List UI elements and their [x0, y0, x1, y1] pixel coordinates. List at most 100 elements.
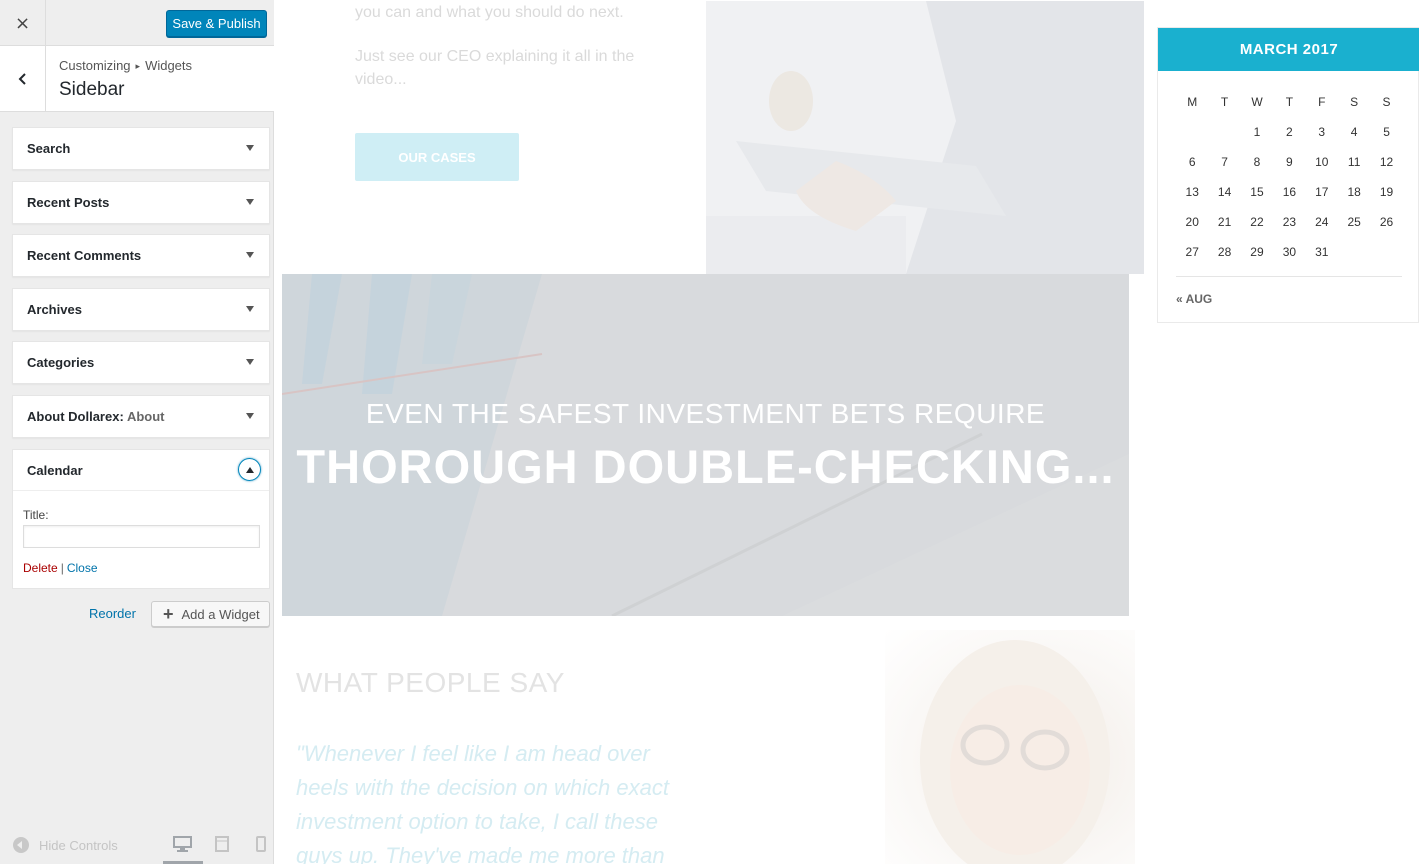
widget-title: Categories — [27, 355, 95, 370]
weekday-label: T — [1220, 95, 1229, 109]
title-field-label: Title: — [23, 508, 49, 522]
widget-calendar-header[interactable]: Calendar — [13, 450, 269, 491]
testimonials-title: WHAT PEOPLE SAY — [296, 667, 565, 698]
calendar-day: 28 — [1217, 245, 1232, 259]
caret-down-icon[interactable] — [246, 413, 254, 419]
calendar-week-row: 20 21 22 23 24 25 26 — [1176, 207, 1403, 237]
close-icon: × — [14, 12, 31, 34]
widget-title: Calendar — [27, 463, 83, 478]
widget-title: Recent Comments — [27, 248, 142, 263]
calendar-day: 12 — [1379, 155, 1394, 169]
title-field[interactable] — [23, 525, 260, 548]
add-widget-button[interactable]: + Add a Widget — [151, 601, 270, 627]
widget-about[interactable]: About Dollarex: About — [12, 395, 270, 438]
customizer-footer: Hide Controls — [0, 824, 274, 864]
close-link[interactable]: Close — [67, 561, 98, 575]
calendar-day: 10 — [1315, 155, 1329, 169]
weekday-label: W — [1251, 95, 1263, 109]
calendar-day: 16 — [1282, 185, 1297, 199]
intro-text: you can and what you should do next. — [355, 4, 624, 21]
widget-recent-posts[interactable]: Recent Posts — [12, 181, 270, 224]
caret-down-icon[interactable] — [246, 252, 254, 258]
widget-title: Search — [27, 141, 71, 156]
hero-banner: EVEN THE SAFEST INVESTMENT BETS REQUIRE … — [282, 274, 1129, 616]
collapse-icon — [13, 837, 29, 853]
hide-controls-label: Hide Controls — [39, 837, 118, 853]
calendar-day: 31 — [1315, 245, 1329, 259]
breadcrumb-item: Widgets — [145, 58, 193, 73]
widget-search[interactable]: Search — [12, 127, 270, 170]
caret-up-icon — [245, 466, 254, 473]
section-title: Sidebar — [59, 79, 125, 100]
calendar-day: 1 — [1253, 125, 1261, 139]
calendar-day: 30 — [1282, 245, 1297, 259]
delete-link[interactable]: Delete — [23, 561, 58, 575]
calendar-day: 19 — [1379, 185, 1394, 199]
weekday-label: S — [1350, 95, 1359, 109]
mobile-preview-icon[interactable] — [256, 836, 266, 852]
calendar-day: 5 — [1383, 125, 1390, 139]
calendar-day: 26 — [1379, 215, 1394, 229]
calendar-day: 6 — [1188, 155, 1196, 169]
calendar-day: 24 — [1315, 215, 1329, 229]
tablet-preview-icon[interactable] — [215, 836, 229, 852]
portrait-illustration — [920, 640, 1110, 864]
quote-line: investment option to take, I call these — [296, 809, 658, 834]
previous-month-link[interactable]: « AUG — [1176, 292, 1212, 306]
widget-archives[interactable]: Archives — [12, 288, 270, 331]
add-widget-label: Add a Widget — [181, 606, 260, 622]
collapse-toggle[interactable] — [238, 458, 261, 481]
caret-down-icon[interactable] — [246, 359, 254, 365]
calendar-week-row: 6 7 8 9 10 11 12 — [1176, 147, 1403, 177]
widget-categories[interactable]: Categories — [12, 341, 270, 384]
banner-subheading: EVEN THE SAFEST INVESTMENT BETS REQUIRE — [365, 398, 1046, 429]
customizer-header: × Save & Publish — [0, 0, 274, 46]
weekday-label: S — [1382, 95, 1391, 109]
desktop-preview-icon[interactable] — [173, 836, 192, 852]
calendar-week-row: 1 2 3 4 5 — [1176, 117, 1403, 147]
caret-down-icon[interactable] — [246, 199, 254, 205]
reorder-link[interactable]: Reorder — [89, 606, 136, 621]
hide-controls-button[interactable]: Hide Controls — [13, 837, 118, 853]
close-customizer-button[interactable]: × — [0, 0, 46, 46]
widget-recent-comments[interactable]: Recent Comments — [12, 234, 270, 277]
widget-title-instance: About — [126, 409, 165, 424]
weekday-label: F — [1318, 95, 1326, 109]
business-photo-illustration — [706, 1, 1144, 274]
caret-down-icon[interactable] — [246, 145, 254, 151]
action-separator: | — [60, 561, 64, 575]
widget-actions: Delete | Close — [23, 561, 98, 575]
calendar-day: 15 — [1250, 185, 1264, 199]
calendar-day: 22 — [1250, 215, 1264, 229]
business-photo — [706, 1, 1144, 274]
plus-icon: + — [163, 604, 174, 624]
calendar-widget: MARCH 2017 M T W T F S S 1 2 3 4 5 6 7 8… — [1157, 27, 1419, 323]
calendar-day: 7 — [1221, 155, 1228, 169]
calendar-day: 8 — [1253, 155, 1261, 169]
intro-text-line: Just see our CEO explaining it all in th… — [355, 48, 635, 65]
calendar-day: 27 — [1185, 245, 1199, 259]
breadcrumb-item: Customizing — [59, 58, 131, 73]
caret-down-icon[interactable] — [246, 306, 254, 312]
calendar-day: 18 — [1347, 185, 1361, 199]
intro-text-line: video... — [355, 71, 407, 88]
calendar-day: 11 — [1347, 155, 1361, 169]
customizer-sidebar: × Save & Publish Customizing ▸ Widgets Sid… — [0, 0, 274, 864]
calendar-divider — [1176, 276, 1402, 277]
calendar-day: 20 — [1185, 215, 1199, 229]
calendar-weekday-row: M T W T F S S — [1176, 87, 1403, 117]
quote-line: heels with the decision on which exact — [296, 775, 669, 800]
breadcrumb: Customizing ▸ Widgets — [59, 58, 192, 73]
calendar-day: 14 — [1217, 185, 1232, 199]
breadcrumb-separator: ▸ — [135, 61, 141, 71]
calendar-day: 13 — [1185, 185, 1199, 199]
save-publish-button[interactable]: Save & Publish — [166, 10, 267, 37]
our-cases-button[interactable]: OUR CASES — [355, 133, 519, 181]
back-button[interactable] — [0, 46, 46, 111]
weekday-label: M — [1187, 95, 1198, 109]
banner-heading: THOROUGH DOUBLE-CHECKING... — [296, 440, 1115, 493]
widget-title-main: About Dollarex: — [27, 409, 124, 424]
intro-text: Just see our CEO explaining it all in th… — [355, 45, 634, 91]
quote-line: "Whenever I feel like I am head over — [296, 741, 650, 766]
calendar-day: 3 — [1318, 125, 1326, 139]
